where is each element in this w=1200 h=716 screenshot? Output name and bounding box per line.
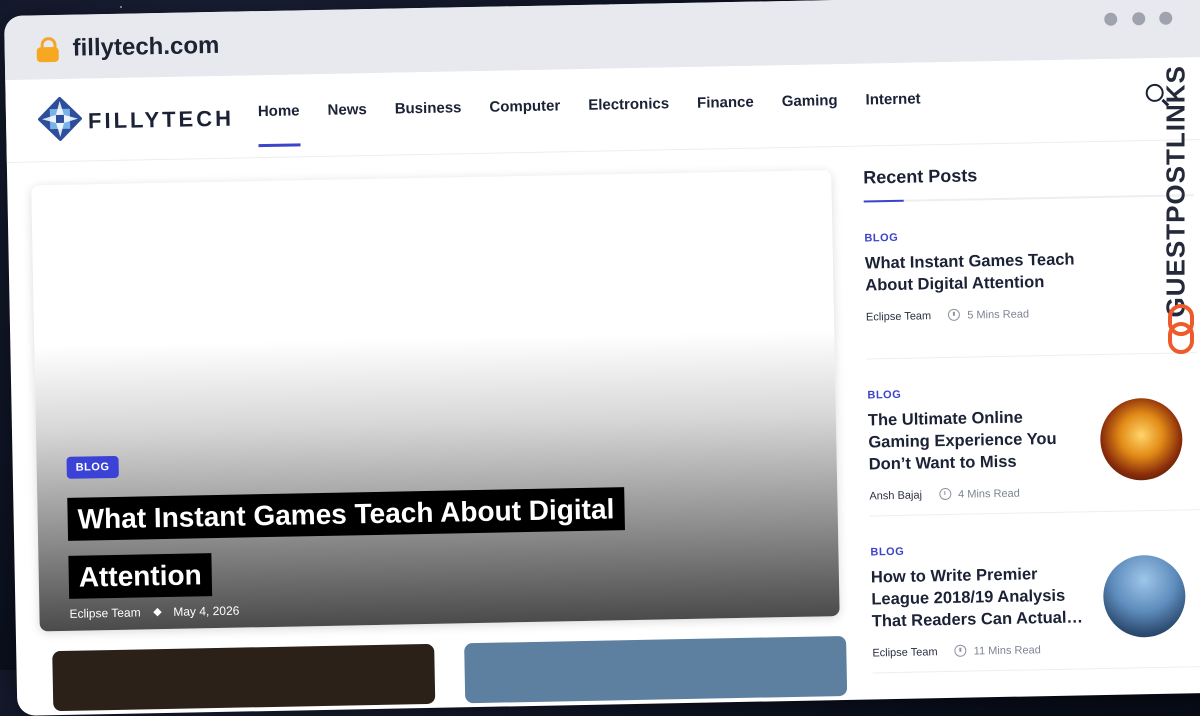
- url-text[interactable]: fillytech.com: [72, 32, 219, 63]
- window-controls: [1094, 11, 1173, 31]
- chain-link-icon: [1168, 304, 1194, 354]
- featured-post-title[interactable]: What Instant Games Teach About Digital A…: [67, 487, 625, 599]
- window-dot-icon[interactable]: [1104, 12, 1118, 26]
- post-category[interactable]: BLOG: [864, 226, 1194, 245]
- nav-item-internet[interactable]: Internet: [865, 90, 920, 108]
- nav-item-business[interactable]: Business: [395, 99, 462, 117]
- post-meta: Ansh Bajaj 4 Mins Read: [869, 483, 1199, 503]
- post-author[interactable]: Ansh Bajaj: [869, 489, 922, 502]
- nav-item-finance[interactable]: Finance: [697, 94, 754, 112]
- recent-post-item: BLOG How to Write Premier League 2018/19…: [869, 510, 1200, 674]
- post-read-time: 4 Mins Read: [957, 487, 1020, 501]
- clock-icon: [938, 487, 952, 501]
- post-date: May 4, 2026: [173, 603, 240, 619]
- post-title[interactable]: How to Write Premier League 2018/19 Anal…: [871, 562, 1092, 632]
- fillytech-logo-icon[interactable]: [37, 96, 83, 142]
- nav-item-computer[interactable]: Computer: [489, 97, 560, 115]
- post-author[interactable]: Eclipse Team: [69, 605, 140, 620]
- featured-post-title-wrap: What Instant Games Teach About Digital A…: [67, 480, 629, 607]
- nav-item-news[interactable]: News: [327, 101, 367, 119]
- window-dot-icon[interactable]: [1159, 11, 1173, 25]
- post-read-time: 11 Mins Read: [973, 644, 1041, 658]
- nav-item-electronics[interactable]: Electronics: [588, 95, 669, 114]
- post-meta: Eclipse Team 5 Mins Read: [866, 304, 1196, 323]
- recent-post-item: BLOG The Ultimate Online Gaming Experien…: [866, 353, 1200, 517]
- post-author[interactable]: Eclipse Team: [872, 646, 937, 659]
- browser-window: fillytech.com FILLYTECH Home News Busine…: [4, 0, 1200, 716]
- watermark-text: GUESTPOSTLINKS: [1160, 65, 1191, 318]
- post-title[interactable]: What Instant Games Teach About Digital A…: [865, 248, 1086, 296]
- football-thumbnail[interactable]: [1102, 554, 1187, 638]
- post-read-time: 5 Mins Read: [967, 308, 1030, 322]
- meta-separator-icon: [152, 607, 162, 617]
- featured-post-meta: Eclipse Team May 4, 2026: [69, 604, 239, 621]
- nav-item-home[interactable]: Home: [258, 102, 300, 120]
- category-badge[interactable]: BLOG: [66, 455, 119, 479]
- recent-post-item: BLOG What Instant Games Teach About Digi…: [863, 196, 1197, 360]
- star: [120, 6, 122, 8]
- nav-item-gaming[interactable]: Gaming: [782, 92, 838, 110]
- featured-post-card[interactable]: BLOG What Instant Games Teach About Digi…: [31, 170, 840, 632]
- clock-icon: [954, 644, 967, 657]
- clock-icon: [948, 308, 961, 321]
- lock-icon: [36, 36, 59, 63]
- slot-machine-thumbnail[interactable]: [1099, 397, 1184, 482]
- post-meta: Eclipse Team 11 Mins Read: [872, 640, 1200, 659]
- post-card-thumbnail[interactable]: [52, 643, 436, 712]
- window-dot-icon[interactable]: [1131, 12, 1145, 26]
- post-author[interactable]: Eclipse Team: [866, 310, 931, 323]
- site-brand-name[interactable]: FILLYTECH: [88, 106, 234, 135]
- post-title[interactable]: The Ultimate Online Gaming Experience Yo…: [868, 405, 1089, 475]
- main-nav: Home News Business Computer Electronics …: [258, 90, 949, 120]
- sidebar-title: Recent Posts: [863, 165, 978, 188]
- guestpostlinks-watermark: GUESTPOSTLINKS: [1150, 60, 1200, 360]
